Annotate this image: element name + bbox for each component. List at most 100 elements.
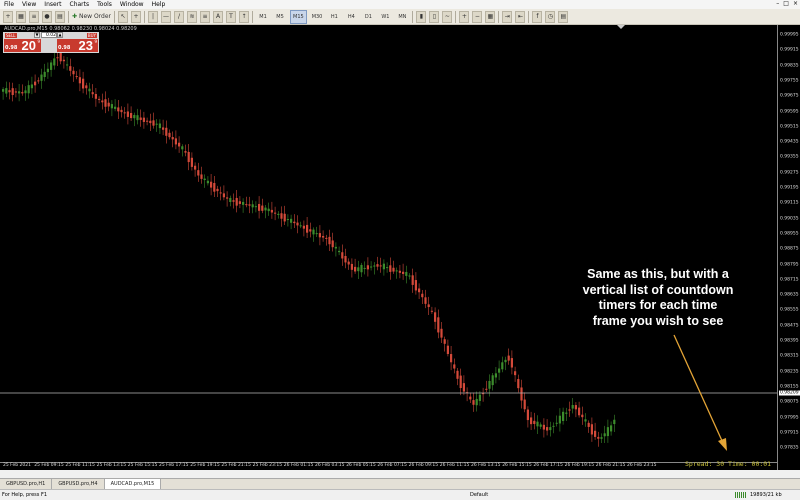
navigator-icon[interactable]: ● xyxy=(42,10,52,23)
candle-body xyxy=(363,267,366,269)
candle-body xyxy=(290,218,293,223)
timeframe-d1[interactable]: D1 xyxy=(361,11,375,23)
buy-button[interactable]: BUY 0.98 23 9 xyxy=(57,33,98,53)
candle-body xyxy=(478,394,481,401)
timeframe-m1[interactable]: M1 xyxy=(256,11,270,23)
menu-view[interactable]: View xyxy=(18,1,40,8)
menu-tools[interactable]: Tools xyxy=(93,1,116,8)
buy-price-fraction: 9 xyxy=(94,39,97,44)
time-label: 26 Feb 09:15 xyxy=(408,463,439,468)
candle-body xyxy=(107,102,110,107)
candle-body xyxy=(302,225,305,229)
time-label: 25 Feb 17:15 xyxy=(159,463,189,468)
candle-body xyxy=(232,200,235,202)
tab-gbpusd-h1[interactable]: GBPUSD.pro,H1 xyxy=(0,479,53,489)
candle-body xyxy=(453,364,456,369)
new-order-button[interactable]: ✚ New Order xyxy=(72,11,111,23)
chart-shift-marker[interactable] xyxy=(617,25,625,29)
auto-scroll-icon[interactable]: ⇥ xyxy=(502,10,513,23)
time-scale[interactable]: 25 Feb 2021 25 Feb 09:15 25 Feb 11:15 25 Fe… xyxy=(0,462,777,470)
zoom-out-icon[interactable]: − xyxy=(472,10,483,23)
candle-body xyxy=(53,58,56,66)
candle-body xyxy=(402,271,405,274)
indicators-icon[interactable]: f xyxy=(532,10,543,23)
cursor-icon[interactable]: ↖ xyxy=(118,10,128,23)
candle-body xyxy=(75,76,78,78)
candlestick-icon[interactable]: ▯ xyxy=(429,10,440,23)
current-price-label: 0.98209 xyxy=(779,390,800,396)
minimize-icon[interactable]: – xyxy=(776,0,779,7)
candle-body xyxy=(274,212,277,214)
candle-body xyxy=(299,225,302,227)
candle-body xyxy=(437,317,440,333)
new-chart-icon[interactable]: + xyxy=(3,10,13,23)
horizontal-line-icon[interactable]: — xyxy=(161,10,171,23)
templates-icon[interactable]: ▤ xyxy=(558,10,569,23)
candle-body xyxy=(347,261,350,265)
price-label: 0.99515 xyxy=(780,124,799,130)
line-chart-icon[interactable]: ~ xyxy=(442,10,453,23)
candle-body xyxy=(85,85,88,89)
tile-windows-icon[interactable]: ▦ xyxy=(485,10,496,23)
menu-window[interactable]: Window xyxy=(116,1,148,8)
candle-body xyxy=(501,362,504,370)
toolbar: + ▦ ≡ ● ▤ ✚ New Order ↖ + | — / ≋ ≡ A T … xyxy=(0,9,800,25)
candle-body xyxy=(142,117,145,122)
period-icon[interactable]: ◷ xyxy=(545,10,556,23)
candle-body xyxy=(552,425,555,427)
candle-body xyxy=(565,412,568,414)
chart-window[interactable]: AUDCAD.pro,M15 0.98062 0.98230 0.98024 0… xyxy=(0,25,800,470)
fibonacci-icon[interactable]: ≡ xyxy=(200,10,210,23)
time-label: 25 Feb 15:15 xyxy=(127,463,158,468)
candle-body xyxy=(354,266,357,272)
candle-body xyxy=(126,111,129,117)
candle-body xyxy=(613,419,616,425)
candle-body xyxy=(146,120,149,122)
tab-gbpusd-h4[interactable]: GBPUSD.pro,H4 xyxy=(52,479,105,489)
tab-audcad-m15[interactable]: AUDCAD.pro,M15 xyxy=(104,479,162,489)
lot-increase-icon[interactable]: ▲ xyxy=(57,32,63,38)
price-scale[interactable]: 0.99995 0.99915 0.99835 0.99755 0.99675 0.995… xyxy=(777,25,800,470)
countdown-timer: Spread: 30 Time: 00:01 xyxy=(685,460,772,468)
price-label: 0.99995 xyxy=(780,32,799,38)
terminal-icon[interactable]: ▤ xyxy=(55,10,65,23)
candle-body xyxy=(251,204,254,208)
arrows-icon[interactable]: ↑ xyxy=(239,10,249,23)
label-icon[interactable]: T xyxy=(226,10,236,23)
menu-charts[interactable]: Charts xyxy=(66,1,94,8)
trendline-icon[interactable]: / xyxy=(174,10,184,23)
candle-body xyxy=(318,233,321,238)
market-watch-icon[interactable]: ≡ xyxy=(29,10,39,23)
profiles-icon[interactable]: ▦ xyxy=(16,10,26,23)
chart-tabs: GBPUSD.pro,H1 GBPUSD.pro,H4 AUDCAD.pro,M… xyxy=(0,478,800,489)
vertical-line-icon[interactable]: | xyxy=(148,10,158,23)
one-click-trading-panel: ▼ 0.02 ▲ SELL 0.98 20 9 BUY 0.98 23 9 xyxy=(3,32,99,53)
crosshair-icon[interactable]: + xyxy=(131,10,141,23)
chart-shift-icon[interactable]: ⇤ xyxy=(515,10,526,23)
candle-body xyxy=(187,151,190,163)
timeframe-h1[interactable]: H1 xyxy=(327,11,341,23)
candle-body xyxy=(584,419,587,422)
annotation-line: Same as this, but with a xyxy=(587,267,729,281)
close-icon[interactable]: × xyxy=(793,0,798,7)
bar-chart-icon[interactable]: ▮ xyxy=(416,10,427,23)
text-icon[interactable]: A xyxy=(213,10,223,23)
menu-file[interactable]: File xyxy=(0,1,18,8)
candlestick-plot[interactable] xyxy=(0,25,777,470)
timeframe-h4[interactable]: H4 xyxy=(344,11,358,23)
candle-body xyxy=(398,270,401,273)
timeframe-m15[interactable]: M15 xyxy=(290,9,307,24)
timeframe-mn[interactable]: MN xyxy=(395,11,409,23)
sell-button[interactable]: SELL 0.98 20 9 xyxy=(4,33,41,53)
zoom-in-icon[interactable]: + xyxy=(459,10,470,23)
channel-icon[interactable]: ≋ xyxy=(187,10,197,23)
candle-body xyxy=(421,293,424,298)
timeframe-m30[interactable]: M30 xyxy=(310,11,325,23)
menu-help[interactable]: Help xyxy=(148,1,170,8)
restore-icon[interactable]: □ xyxy=(783,0,789,7)
timeframe-m5[interactable]: M5 xyxy=(273,11,287,23)
timeframe-w1[interactable]: W1 xyxy=(378,11,392,23)
menu-insert[interactable]: Insert xyxy=(40,1,65,8)
candle-body xyxy=(168,132,171,138)
lot-size-field[interactable]: 0.02 xyxy=(41,32,57,38)
